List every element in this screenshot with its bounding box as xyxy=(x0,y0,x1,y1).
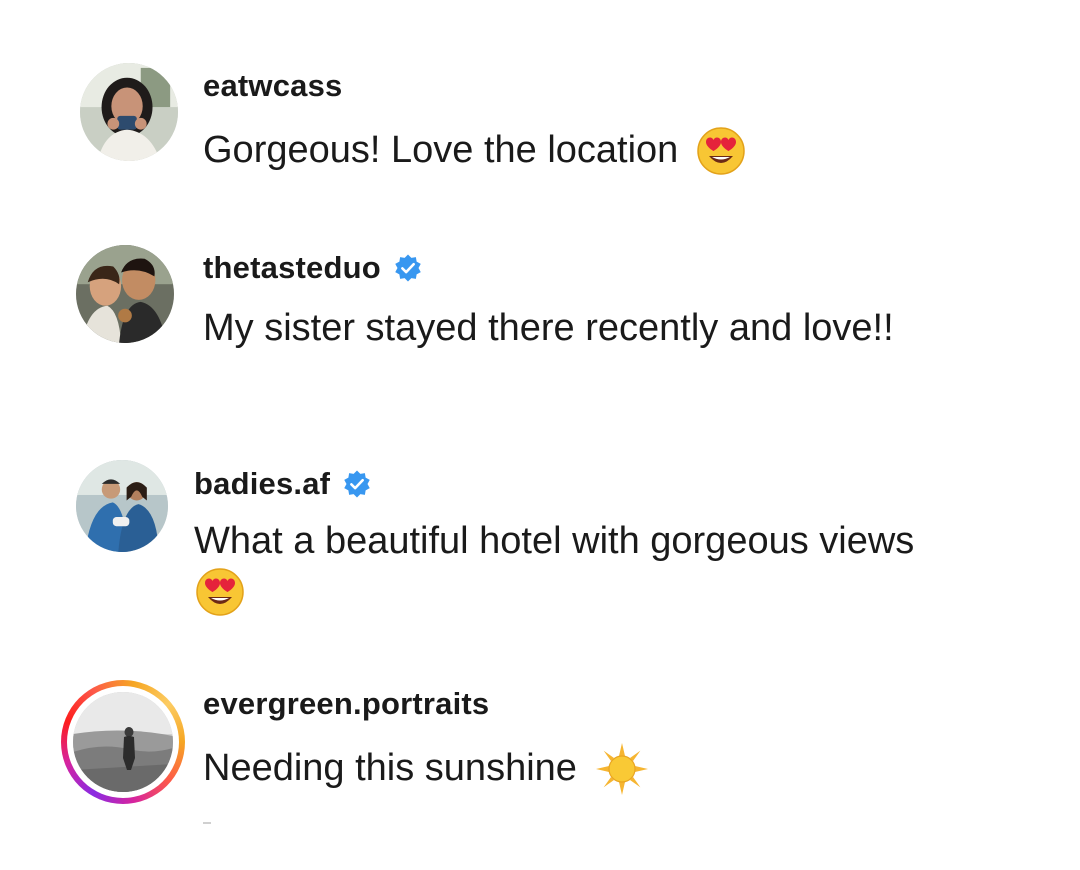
comment-username[interactable]: eatwcass xyxy=(203,68,342,104)
comment-username[interactable]: badies.af xyxy=(194,466,372,502)
avatar[interactable] xyxy=(73,692,173,792)
heart-eyes-emoji xyxy=(195,567,245,617)
comment-text: Gorgeous! Love the location xyxy=(203,126,746,176)
verified-badge-icon xyxy=(393,253,423,283)
avatar-photo xyxy=(76,460,168,552)
heart-eyes-emoji xyxy=(696,126,746,176)
divider xyxy=(203,822,211,824)
comment-username[interactable]: evergreen.portraits xyxy=(203,686,489,722)
comment-text: What a beautiful hotel with gorgeous vie… xyxy=(194,520,915,562)
avatar-photo xyxy=(73,692,173,792)
avatar-photo xyxy=(80,63,178,161)
comment-text: My sister stayed there recently and love… xyxy=(203,307,894,349)
avatar-photo xyxy=(76,245,174,343)
avatar[interactable] xyxy=(76,245,174,343)
comment-text: Needing this sunshine xyxy=(203,742,649,796)
avatar[interactable] xyxy=(80,63,178,161)
comment-username[interactable]: thetasteduo xyxy=(203,250,423,286)
verified-badge-icon xyxy=(342,469,372,499)
sun-emoji xyxy=(595,742,649,796)
avatar[interactable] xyxy=(76,460,168,552)
